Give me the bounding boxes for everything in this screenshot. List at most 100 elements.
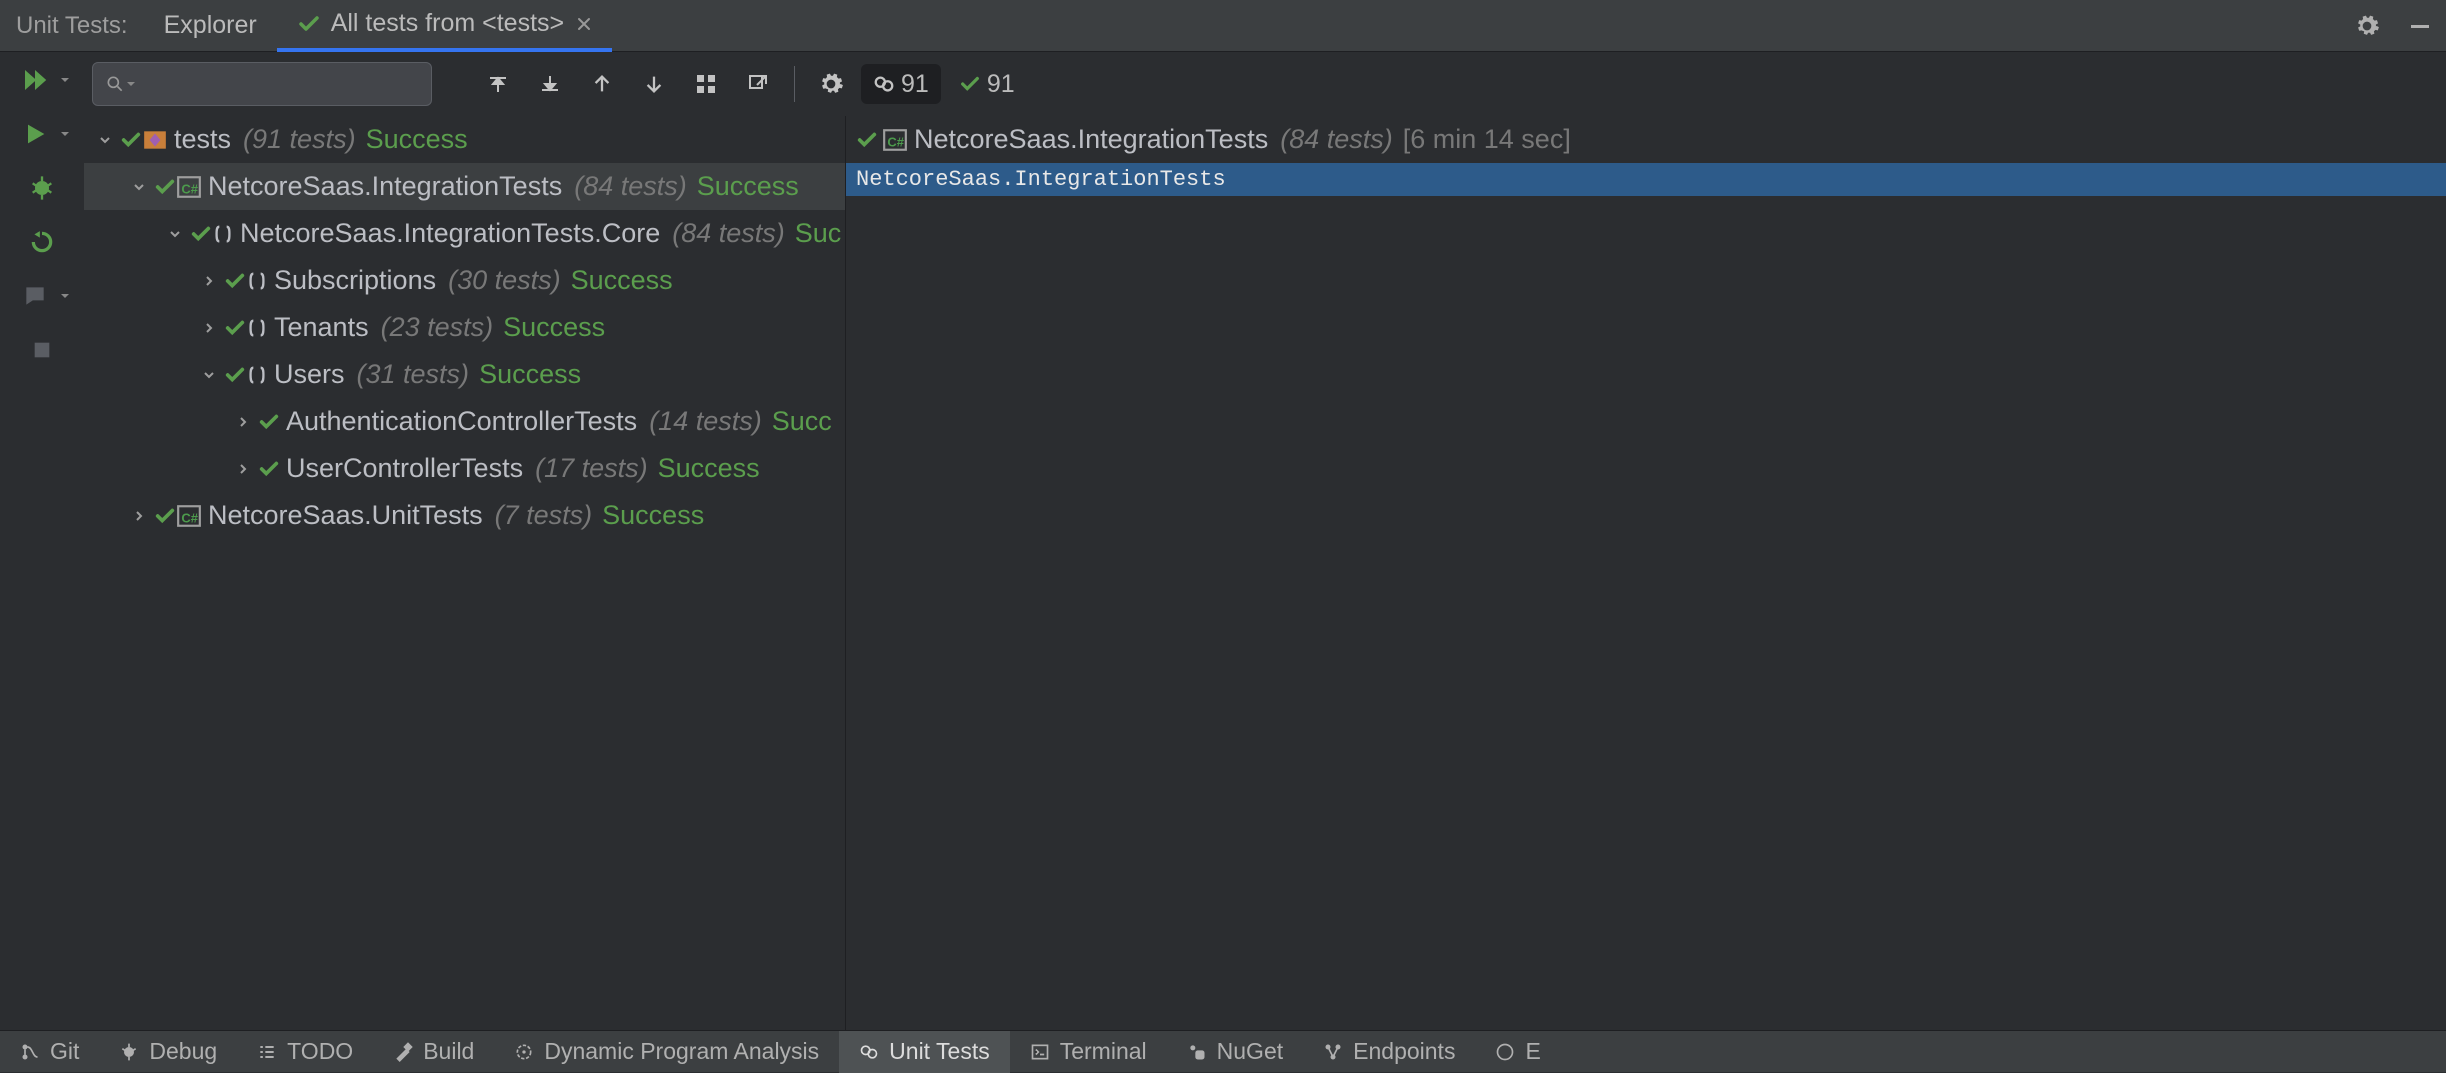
tree-row[interactable]: NetcoreSaas.IntegrationTests.Core (84 te… <box>84 210 845 257</box>
tool-git[interactable]: Git <box>0 1031 99 1073</box>
chevron-down-icon[interactable] <box>125 78 137 90</box>
csharp-project-icon: C# <box>882 127 908 153</box>
node-count: (31 tests) <box>357 359 470 390</box>
tree-row[interactable]: tests (91 tests) Success <box>84 116 845 163</box>
svg-text:C#: C# <box>181 181 198 196</box>
node-name: NetcoreSaas.UnitTests <box>208 500 483 531</box>
tool-unit-tests[interactable]: Unit Tests <box>839 1031 1010 1073</box>
output-line[interactable]: NetcoreSaas.IntegrationTests <box>846 163 2446 196</box>
node-name: AuthenticationControllerTests <box>286 406 637 437</box>
chevron-right-icon[interactable] <box>230 414 256 430</box>
bottom-toolbar: Git Debug TODO Build Dynamic Program Ana… <box>0 1030 2446 1072</box>
search-box[interactable] <box>92 62 432 106</box>
tool-git-label: Git <box>50 1038 79 1065</box>
chevron-right-icon[interactable] <box>196 320 222 336</box>
chevron-down-icon[interactable] <box>196 367 222 383</box>
node-name: NetcoreSaas.IntegrationTests <box>208 171 562 202</box>
stop-icon[interactable] <box>20 328 64 372</box>
node-status: Success <box>602 500 704 531</box>
tree-row[interactable]: AuthenticationControllerTests (14 tests)… <box>84 398 845 445</box>
expand-all-icon[interactable] <box>476 62 520 106</box>
chevron-right-icon[interactable] <box>126 508 152 524</box>
check-icon <box>190 223 212 245</box>
node-count: (30 tests) <box>448 265 561 296</box>
node-count: (91 tests) <box>243 124 356 155</box>
tool-build-label: Build <box>423 1038 474 1065</box>
output-header: C# NetcoreSaas.IntegrationTests (84 test… <box>846 116 2446 163</box>
test-tree[interactable]: tests (91 tests) Success C# NetcoreSaas.… <box>84 116 846 1030</box>
run-all-icon[interactable] <box>13 58 57 102</box>
solution-icon <box>142 127 168 153</box>
tree-row[interactable]: C# NetcoreSaas.UnitTests (7 tests) Succe… <box>84 492 845 539</box>
tree-row[interactable]: C# NetcoreSaas.IntegrationTests (84 test… <box>84 163 845 210</box>
tree-row[interactable]: Users (31 tests) Success <box>84 351 845 398</box>
search-input[interactable] <box>145 71 433 97</box>
select-in-tree-icon[interactable] <box>684 62 728 106</box>
panel-title: Unit Tests: <box>0 12 144 40</box>
tree-row[interactable]: Tenants (23 tests) Success <box>84 304 845 351</box>
tool-terminal[interactable]: Terminal <box>1010 1031 1167 1073</box>
chevron-right-icon[interactable] <box>230 461 256 477</box>
node-count: (14 tests) <box>649 406 762 437</box>
node-name: Users <box>274 359 345 390</box>
dropdown-icon[interactable] <box>59 128 71 140</box>
results-toolbar: 91 91 <box>84 52 2446 116</box>
collapse-all-icon[interactable] <box>528 62 572 106</box>
prev-failed-icon[interactable] <box>580 62 624 106</box>
tool-todo[interactable]: TODO <box>237 1031 373 1073</box>
tab-explorer-label: Explorer <box>164 11 257 40</box>
chevron-right-icon[interactable] <box>196 273 222 289</box>
debug-icon[interactable] <box>20 166 64 210</box>
run-actions-column <box>0 52 84 1030</box>
tool-build[interactable]: Build <box>373 1031 494 1073</box>
tool-dpa[interactable]: Dynamic Program Analysis <box>494 1031 839 1073</box>
tool-nuget[interactable]: NuGet <box>1167 1031 1303 1073</box>
options-icon[interactable] <box>809 62 853 106</box>
output-panel: C# NetcoreSaas.IntegrationTests (84 test… <box>846 116 2446 1030</box>
dropdown-icon[interactable] <box>59 290 71 302</box>
tree-row[interactable]: Subscriptions (30 tests) Success <box>84 257 845 304</box>
node-status: Success <box>366 124 468 155</box>
output-time: [6 min 14 sec] <box>1403 124 1571 155</box>
chevron-down-icon[interactable] <box>92 132 118 148</box>
svg-text:C#: C# <box>181 510 198 525</box>
dropdown-icon[interactable] <box>59 74 71 86</box>
tool-terminal-label: Terminal <box>1060 1038 1147 1065</box>
node-name: tests <box>174 124 231 155</box>
tab-active-label: All tests from <tests> <box>331 9 564 38</box>
node-status: Succ <box>772 406 832 437</box>
check-icon <box>258 411 280 433</box>
output-count: (84 tests) <box>1280 124 1393 155</box>
chevron-down-icon[interactable] <box>162 226 188 242</box>
node-name: UserControllerTests <box>286 453 523 484</box>
output-title: NetcoreSaas.IntegrationTests <box>914 124 1268 155</box>
node-status: Success <box>697 171 799 202</box>
tool-extra[interactable]: E <box>1475 1031 1560 1073</box>
close-icon[interactable] <box>576 16 592 32</box>
export-icon[interactable] <box>736 62 780 106</box>
tab-active-session[interactable]: All tests from <tests> <box>277 0 612 52</box>
comment-icon[interactable] <box>13 274 57 318</box>
node-name: Tenants <box>274 312 369 343</box>
tree-row[interactable]: UserControllerTests (17 tests) Success <box>84 445 845 492</box>
node-status: Success <box>571 265 673 296</box>
csharp-project-icon: C# <box>176 503 202 529</box>
tool-todo-label: TODO <box>287 1038 353 1065</box>
filter-failed[interactable]: 91 <box>861 64 941 104</box>
check-icon <box>154 176 176 198</box>
next-failed-icon[interactable] <box>632 62 676 106</box>
chevron-down-icon[interactable] <box>126 179 152 195</box>
minimize-icon[interactable] <box>2394 14 2446 38</box>
tool-debug[interactable]: Debug <box>99 1031 237 1073</box>
check-icon <box>856 129 878 151</box>
run-icon[interactable] <box>13 112 57 156</box>
tool-endpoints[interactable]: Endpoints <box>1303 1031 1475 1073</box>
settings-icon[interactable] <box>2340 13 2394 39</box>
node-count: (7 tests) <box>495 500 593 531</box>
rerun-icon[interactable] <box>20 220 64 264</box>
filter-failed-count: 91 <box>901 70 929 99</box>
tab-explorer[interactable]: Explorer <box>144 0 277 52</box>
node-count: (17 tests) <box>535 453 648 484</box>
check-icon <box>224 270 246 292</box>
node-name: Subscriptions <box>274 265 436 296</box>
